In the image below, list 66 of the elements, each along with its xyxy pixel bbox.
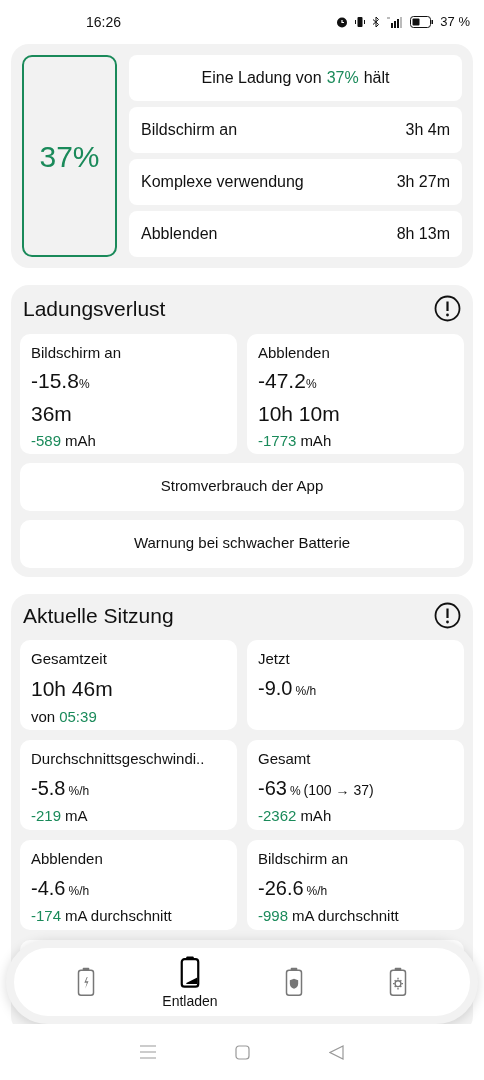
section-title: Aktuelle Sitzung	[23, 602, 174, 629]
stat-subunit: mA durchschnitt	[65, 905, 172, 926]
stat-subvalue: -998	[258, 905, 289, 926]
headline-text: Eine Ladung von	[201, 68, 322, 88]
stat-value: -9.0	[258, 675, 293, 701]
wide-button[interactable]: Warnung bei schwacher Batterie	[20, 519, 464, 568]
tab[interactable]: Entladen	[150, 952, 230, 1012]
battery-icon	[410, 16, 435, 28]
info-icon[interactable]	[434, 601, 461, 629]
stat-unit: %/h	[68, 882, 90, 900]
stat-prefix: von	[31, 707, 56, 727]
stat-label: Gesamt	[258, 749, 312, 769]
stat-unit: %	[289, 782, 301, 800]
usage-label: Abblenden	[141, 224, 218, 244]
stat-label: Gesamtzeit	[31, 649, 108, 669]
stat-value: -5.8	[31, 775, 66, 801]
section-title: Ladungsverlust	[23, 296, 166, 322]
home-icon[interactable]	[235, 1044, 250, 1060]
usage-time: 3h 27m	[396, 172, 450, 192]
stat-unit: %/h	[68, 782, 90, 800]
stat-unit: %/h	[306, 882, 328, 900]
status-time: 16:26	[86, 12, 122, 32]
alarm-icon	[336, 16, 349, 28]
battery-percent: 37 %	[440, 13, 470, 32]
stat-value: -15.8	[31, 368, 79, 394]
stat-label: Durchschnittsgeschwindi..	[31, 749, 206, 769]
stat-label: Jetzt	[258, 649, 291, 669]
battery-percent-large: 37%	[39, 138, 100, 175]
stat-unit: %	[305, 377, 317, 393]
stat-subvalue: -219	[31, 805, 62, 826]
stat-range: (100 → 37)	[303, 780, 374, 800]
stat-duration: 10h 10m	[258, 400, 341, 427]
stat-value: -26.6	[258, 875, 304, 901]
stat-value: -63	[258, 775, 287, 801]
stat-subunit: mA durchschnitt	[292, 905, 399, 926]
stat-capacity-unit: mAh	[65, 431, 96, 451]
usage-label: Komplexe verwendung	[141, 172, 304, 192]
wide-button[interactable]: Stromverbrauch der App	[20, 462, 464, 511]
stat-capacity: -589	[31, 431, 62, 451]
info-icon[interactable]	[434, 295, 461, 323]
stat-duration: 36m	[31, 400, 73, 427]
stat-label: Abblenden	[258, 342, 331, 363]
stat-capacity: -1773	[258, 431, 297, 451]
usage-time: 8h 13m	[396, 224, 450, 244]
stat-label: Bildschirm an	[258, 849, 350, 869]
stat-capacity-unit: mAh	[300, 431, 332, 451]
signal-icon	[386, 16, 405, 28]
usage-label: Bildschirm an	[141, 120, 238, 140]
stat-subunit: mAh	[300, 805, 332, 826]
stat-value: 10h 46m	[31, 675, 114, 702]
vibrate-icon	[354, 16, 367, 28]
stat-value: -4.6	[31, 875, 66, 901]
stat-subvalue: -2362	[258, 805, 297, 826]
stat-subvalue: 05:39	[59, 707, 97, 727]
headline-percent: 37%	[326, 68, 359, 88]
stat-subunit: mA	[65, 805, 88, 826]
stat-unit: %/h	[295, 682, 317, 700]
stat-subvalue: -174	[31, 905, 62, 926]
headline-text: hält	[363, 68, 390, 88]
usage-time: 3h 4m	[405, 120, 450, 140]
bluetooth-icon	[372, 16, 381, 28]
stat-value: -47.2	[258, 368, 306, 394]
stat-label: Bildschirm an	[31, 342, 123, 363]
back-icon[interactable]	[329, 1044, 345, 1060]
stat-unit: %	[78, 377, 90, 393]
stat-label: Abblenden	[31, 849, 104, 869]
